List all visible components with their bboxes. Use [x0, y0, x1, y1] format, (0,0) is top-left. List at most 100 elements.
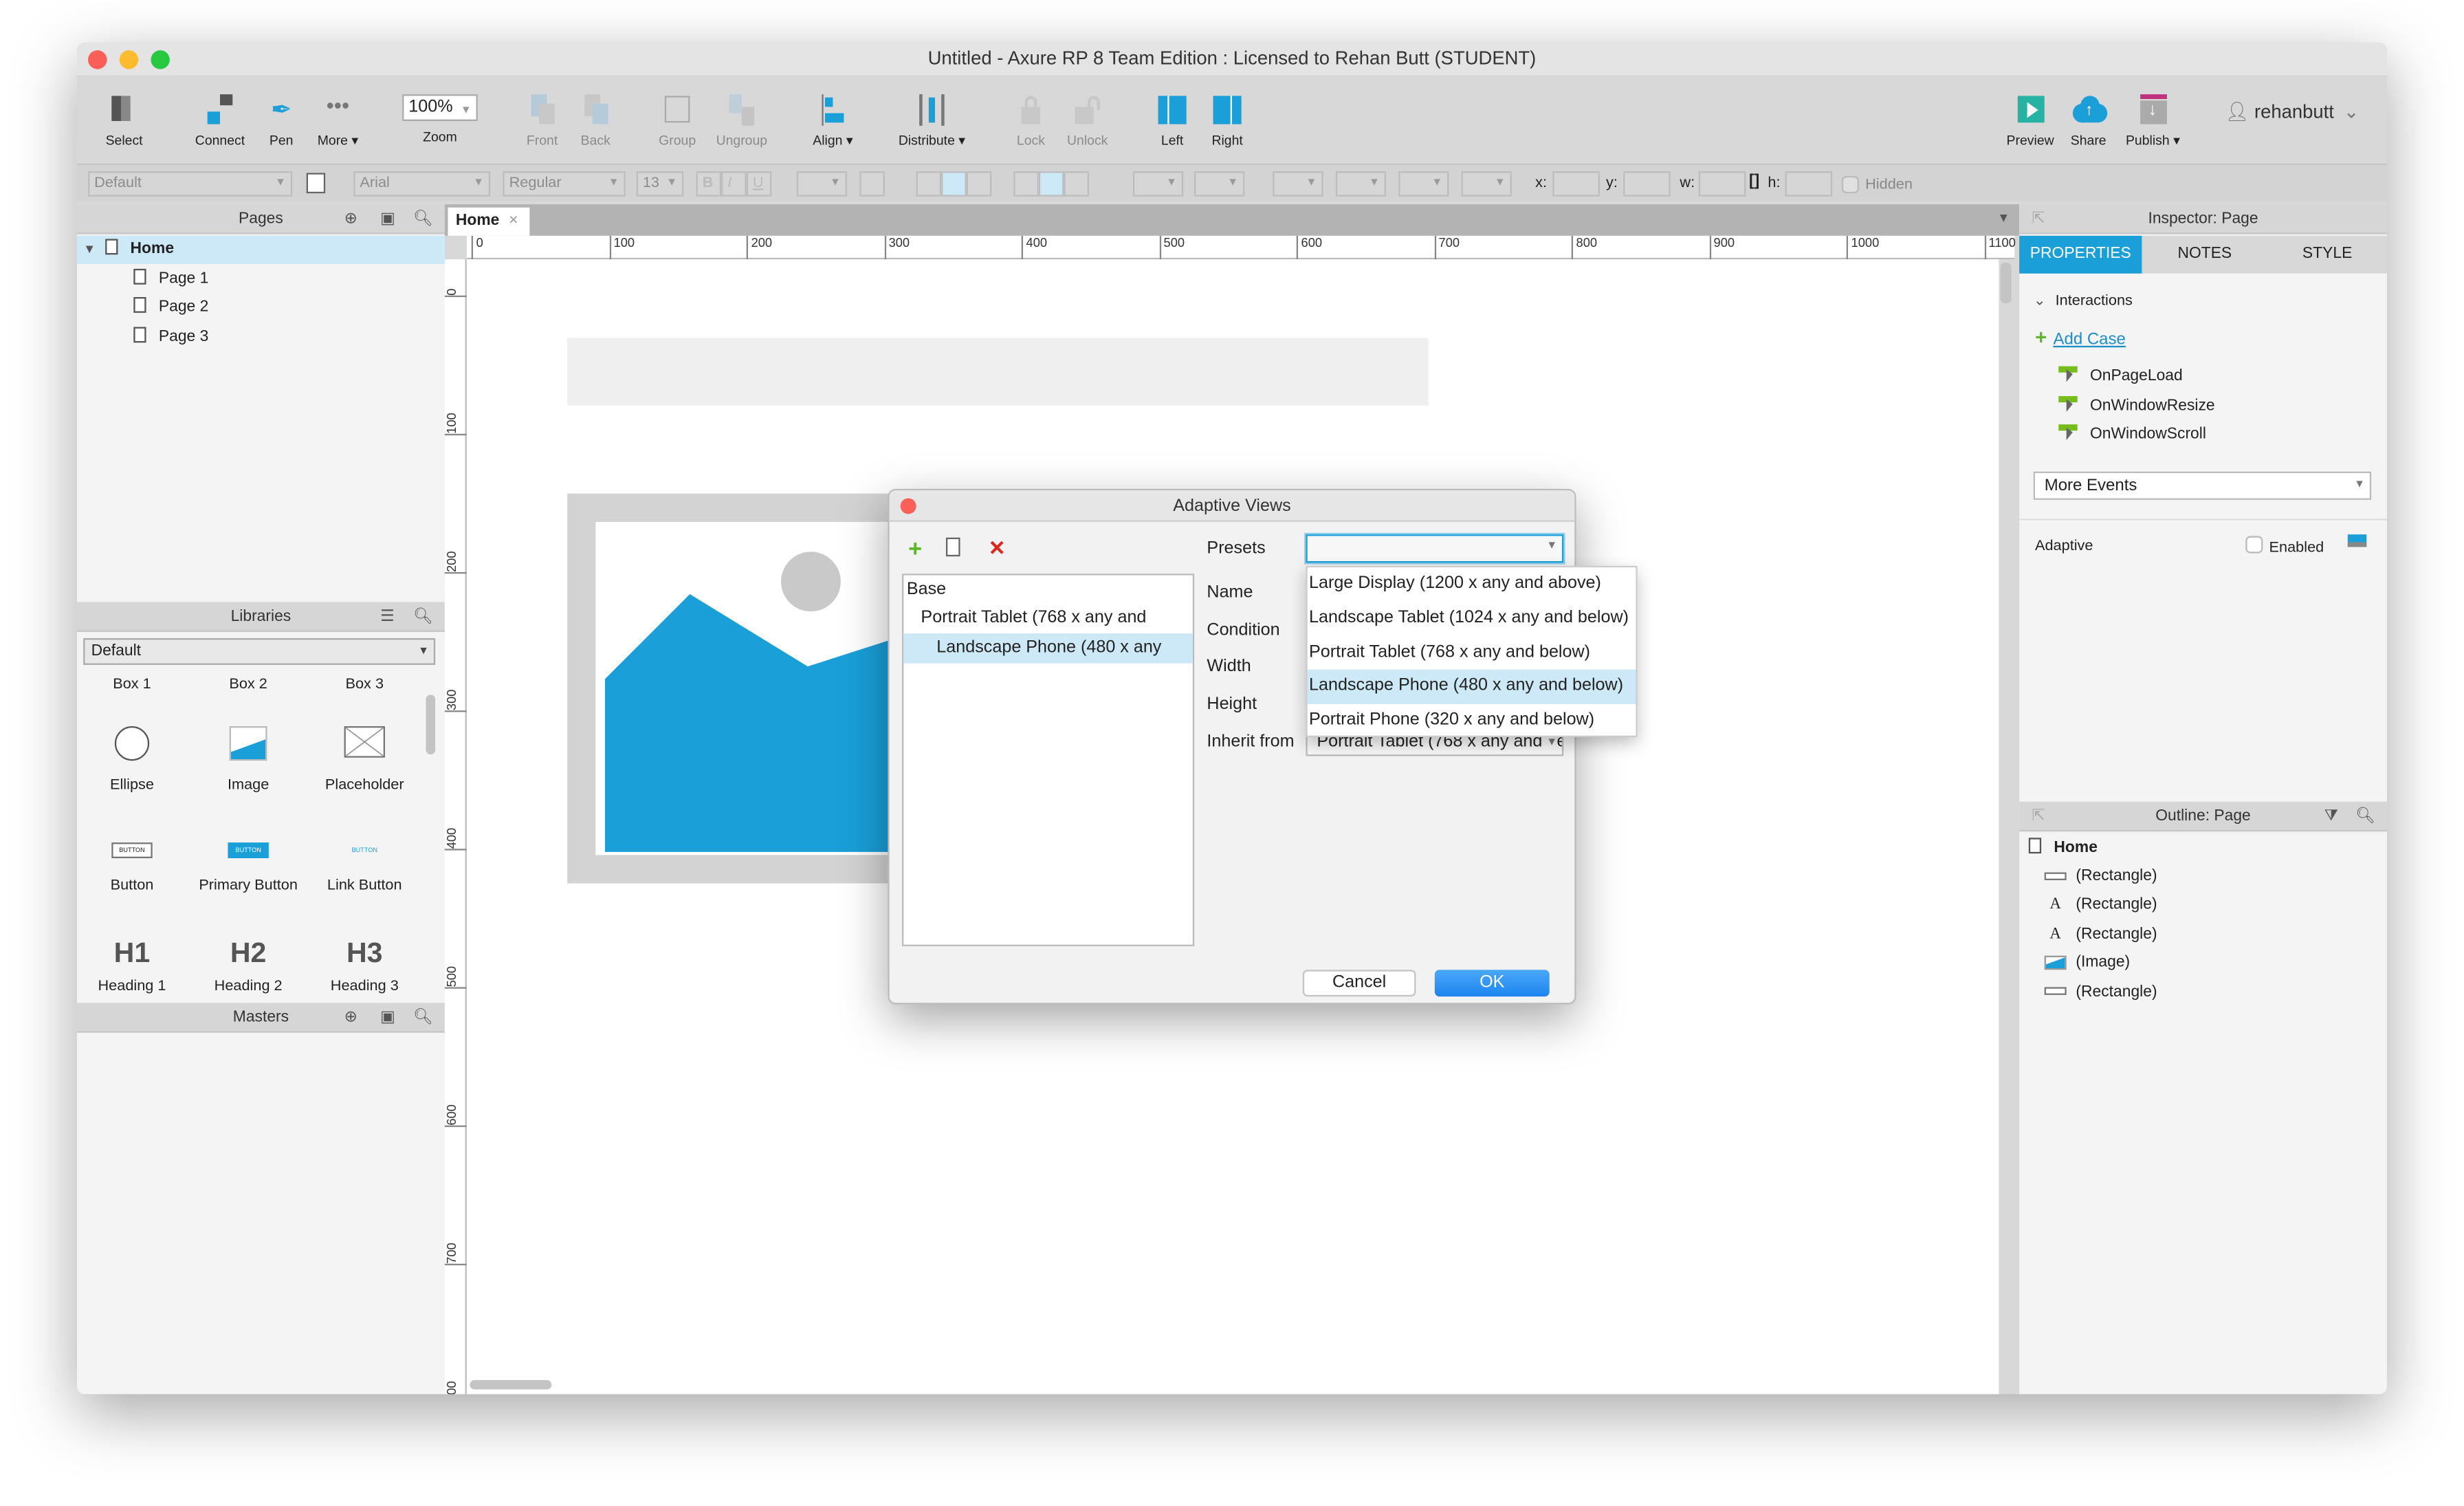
left-panel-toggle[interactable]: Left	[1149, 94, 1196, 148]
align-center-text-button[interactable]	[941, 171, 967, 197]
font-color-button[interactable]: ▼	[796, 171, 847, 197]
adaptive-enabled-checkbox[interactable]	[2245, 536, 2263, 554]
widget-button[interactable]: BUTTON Button	[77, 842, 187, 895]
horizontal-scrollbar[interactable]	[470, 1379, 552, 1390]
font-select[interactable]: Arial ▼	[353, 171, 491, 197]
preset-option[interactable]: Portrait Phone (320 x any and below)	[1308, 704, 1636, 739]
tab-menu-icon[interactable]: ▼	[1997, 210, 2010, 225]
view-item-selected[interactable]: Landscape Phone (480 x any	[903, 633, 1193, 664]
search-icon[interactable]: 🔍︎	[413, 602, 433, 631]
library-scrollbar[interactable]	[426, 695, 436, 755]
line-color-button[interactable]: ▼	[1273, 171, 1323, 197]
widget-image[interactable]: Image	[193, 725, 303, 794]
interactions-section[interactable]: ⌄ Interactions	[2034, 292, 2133, 309]
library-select[interactable]: Default ▼	[83, 637, 436, 665]
align-top-text-button[interactable]	[1013, 171, 1039, 197]
search-icon[interactable]: 🔍︎	[413, 204, 433, 234]
fill-color-button[interactable]: ▼	[1132, 171, 1184, 197]
minimize-window-button[interactable]	[119, 50, 139, 69]
share-button[interactable]: ↑ Share	[2063, 94, 2113, 148]
bold-button[interactable]: B	[696, 171, 722, 197]
tab-notes[interactable]: NOTES	[2144, 236, 2266, 274]
close-window-button[interactable]	[87, 50, 107, 69]
outline-item[interactable]: A (Rectangle)	[2045, 926, 2157, 943]
canvas-rectangle[interactable]	[567, 338, 1429, 406]
style-editor-icon[interactable]	[306, 173, 326, 194]
lock-button[interactable]: Lock	[1007, 94, 1055, 148]
font-weight-select[interactable]: Regular ▼	[503, 171, 626, 197]
user-menu[interactable]: 👤︎ rehanbutt ⌄	[2225, 100, 2360, 122]
page-item[interactable]: Page 2	[77, 294, 445, 322]
event-item[interactable]: OnWindowResize	[2058, 395, 2215, 415]
filter-icon[interactable]: ⧩	[2324, 802, 2338, 831]
italic-button[interactable]: I	[721, 171, 747, 197]
widget-box3[interactable]: Box 3	[309, 676, 419, 693]
hidden-checkbox[interactable]	[1841, 175, 1859, 194]
underline-button[interactable]: U	[746, 171, 772, 197]
widget-box1[interactable]: Box 1	[77, 676, 187, 693]
align-button[interactable]: Align ▾	[806, 94, 860, 149]
y-input[interactable]	[1623, 171, 1671, 197]
tab-home[interactable]: Home ×	[448, 207, 530, 236]
expand-icon[interactable]: ▼	[83, 242, 96, 257]
pop-out-icon[interactable]: ⇱	[2032, 204, 2045, 234]
ungroup-button[interactable]: Ungroup	[709, 94, 775, 148]
presets-select[interactable]: ▼	[1306, 534, 1564, 563]
search-icon[interactable]: 🔍︎	[2355, 802, 2375, 831]
widget-heading2[interactable]: H2 Heading 2	[193, 937, 303, 995]
search-icon[interactable]: 🔍︎	[413, 1003, 433, 1032]
outline-root[interactable]: Home	[2028, 838, 2098, 857]
preset-option[interactable]: Landscape Tablet (1024 x any and below)	[1308, 602, 1636, 636]
zoom-window-button[interactable]	[151, 50, 170, 69]
bullet-button[interactable]	[859, 171, 885, 197]
add-case-link[interactable]: + Add Case	[2035, 325, 2126, 349]
add-folder-icon[interactable]: ▣	[380, 1003, 395, 1032]
zoom-control[interactable]: 100% ▼ Zoom	[401, 94, 479, 144]
more-tools-button[interactable]: ••• More ▾	[313, 94, 363, 149]
style-select[interactable]: Default ▼	[87, 171, 293, 197]
view-item-base[interactable]: Base	[903, 576, 1193, 604]
tab-properties[interactable]: PROPERTIES	[2019, 235, 2142, 274]
preset-option[interactable]: Portrait Tablet (768 x any and below)	[1308, 636, 1636, 670]
widget-placeholder[interactable]: Placeholder	[309, 725, 419, 794]
align-bottom-text-button[interactable]	[1064, 171, 1089, 197]
lock-aspect-icon[interactable]: []	[1749, 173, 1759, 190]
align-middle-text-button[interactable]	[1038, 171, 1064, 197]
select-tool-button[interactable]: Select	[89, 94, 159, 148]
tab-style[interactable]: STYLE	[2267, 236, 2387, 274]
add-view-icon[interactable]: +	[908, 536, 922, 563]
width-input[interactable]	[1698, 171, 1746, 197]
outline-item[interactable]: A (Rectangle)	[2045, 897, 2157, 914]
outline-item[interactable]: (Image)	[2044, 954, 2130, 972]
preview-button[interactable]: Preview	[2002, 94, 2058, 148]
page-item[interactable]: Page 3	[77, 324, 445, 352]
duplicate-view-icon[interactable]	[945, 537, 960, 557]
outline-item[interactable]: (Rectangle)	[2044, 983, 2157, 1001]
preset-option[interactable]: Large Display (1200 x any and above)	[1308, 567, 1636, 602]
cancel-button[interactable]: Cancel	[1302, 970, 1416, 997]
widget-heading3[interactable]: H3 Heading 3	[309, 937, 419, 995]
x-input[interactable]	[1552, 171, 1600, 197]
height-input[interactable]	[1785, 171, 1833, 197]
event-item[interactable]: OnWindowScroll	[2058, 424, 2206, 444]
widget-ellipse[interactable]: Ellipse	[77, 725, 187, 794]
widget-primary-button[interactable]: BUTTON Primary Button	[193, 842, 303, 895]
arrow-style-button[interactable]: ▼	[1461, 171, 1512, 197]
adaptive-views-icon[interactable]	[2347, 534, 2367, 547]
close-dialog-button[interactable]	[900, 498, 916, 514]
vertical-scrollbar[interactable]	[2000, 262, 2012, 304]
pop-out-icon[interactable]: ⇱	[2032, 802, 2045, 831]
close-tab-icon[interactable]: ×	[509, 212, 518, 230]
line-width-button[interactable]: ▼	[1335, 171, 1386, 197]
widget-heading1[interactable]: H1 Heading 1	[77, 937, 187, 995]
preset-option-highlighted[interactable]: Landscape Phone (480 x any and below)	[1307, 670, 1636, 705]
unlock-button[interactable]: Unlock	[1061, 94, 1114, 148]
add-folder-icon[interactable]: ▣	[380, 204, 395, 234]
ok-button[interactable]: OK	[1434, 970, 1550, 997]
widget-link-button[interactable]: BUTTON Link Button	[309, 842, 419, 895]
zoom-select[interactable]: 100% ▼	[402, 94, 478, 121]
page-item[interactable]: Page 1	[77, 265, 445, 294]
page-item-home[interactable]: ▼ Home	[76, 235, 445, 264]
delete-view-icon[interactable]: ✕	[989, 536, 1006, 561]
right-panel-toggle[interactable]: Right	[1204, 94, 1251, 148]
